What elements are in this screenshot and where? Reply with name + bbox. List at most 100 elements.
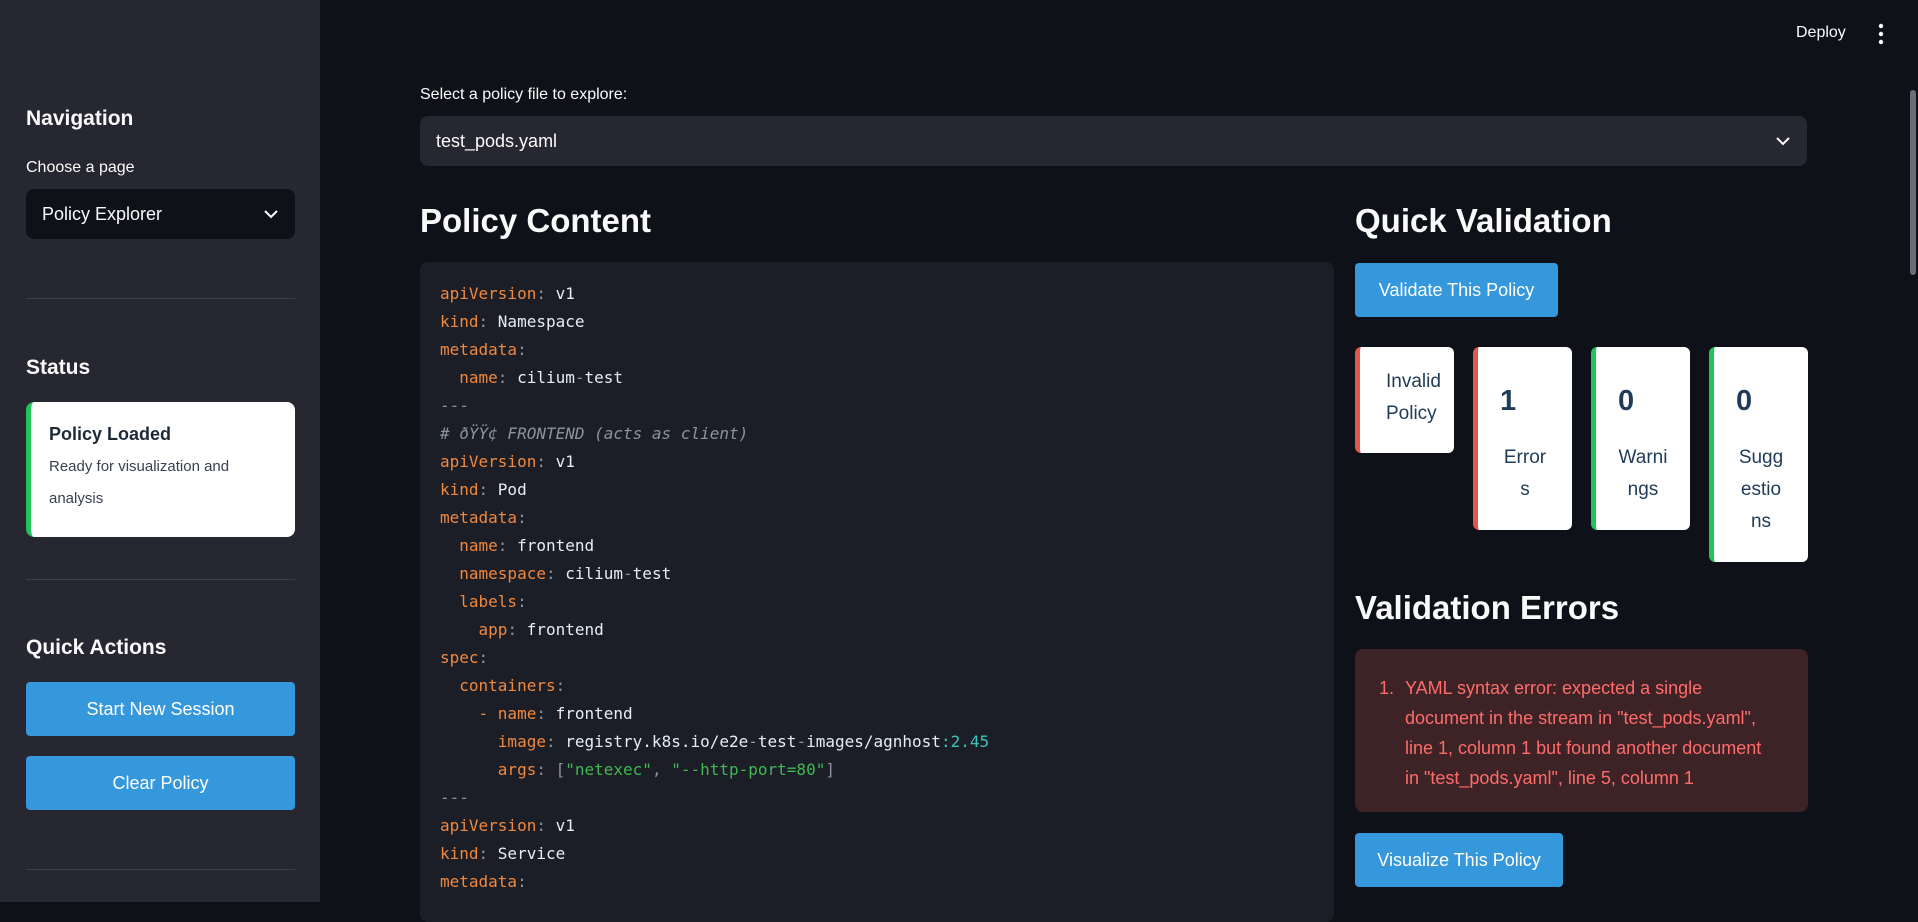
code-line: image: registry.k8s.io/e2e-test-images/a… xyxy=(440,728,989,756)
navigation-heading: Navigation xyxy=(26,107,134,130)
code-line: kind: Namespace xyxy=(440,308,989,336)
sidebar: Navigation Choose a page Policy Explorer… xyxy=(0,0,320,902)
code-line: --- xyxy=(440,784,989,812)
code-token: - xyxy=(748,732,758,751)
status-heading: Status xyxy=(26,356,91,379)
status-subtitle: Ready for visualization and analysis xyxy=(49,458,230,507)
suggestions-label-2: estio xyxy=(1740,479,1782,500)
status-card: Policy Loaded Ready for visualization an… xyxy=(26,402,295,537)
scrollbar-thumb[interactable] xyxy=(1910,90,1916,275)
code-token: : xyxy=(517,592,527,611)
invalid-policy-card: Invalid Policy xyxy=(1355,347,1454,453)
code-token: : xyxy=(478,312,498,331)
validate-policy-button[interactable]: Validate This Policy xyxy=(1355,263,1558,317)
code-token: kind xyxy=(440,312,479,331)
warnings-label-2: ngs xyxy=(1627,479,1659,500)
deploy-button[interactable]: Deploy xyxy=(1796,24,1846,42)
code-line: metadata: xyxy=(440,336,989,364)
code-token: frontend xyxy=(517,536,595,555)
code-line: args: ["netexec", "--http-port=80"] xyxy=(440,756,989,784)
code-token: args xyxy=(497,760,537,779)
code-token: name xyxy=(459,536,498,555)
code-token: frontend xyxy=(555,704,633,723)
code-token: "netexec" xyxy=(565,760,652,779)
code-token: : xyxy=(536,816,556,835)
error-list-number: 1. xyxy=(1379,678,1395,698)
code-token: : xyxy=(517,508,527,527)
code-token: v1 xyxy=(555,816,575,835)
code-token: v1 xyxy=(555,284,575,303)
choose-page-label: Choose a page xyxy=(26,159,135,176)
start-new-session-button[interactable]: Start New Session xyxy=(26,682,295,736)
code-line: apiVersion: v1 xyxy=(440,448,989,476)
policy-content-heading: Policy Content xyxy=(420,202,652,239)
clear-policy-button[interactable]: Clear Policy xyxy=(26,756,295,810)
quick-validation-heading: Quick Validation xyxy=(1355,202,1612,239)
policy-code-block: apiVersion: v1 kind: Namespace metadata: n… xyxy=(420,262,1334,922)
code-token: metadata xyxy=(440,508,518,527)
code-token: images/agnhost xyxy=(806,732,941,751)
code-token: frontend xyxy=(526,620,604,639)
code-token: : xyxy=(536,284,556,303)
code-token: v1 xyxy=(555,452,575,471)
code-token: : xyxy=(536,704,556,723)
code-token: : xyxy=(517,872,527,891)
policy-file-select[interactable]: test_pods.yaml xyxy=(420,116,1807,166)
code-line: kind: Pod xyxy=(440,476,989,504)
visualize-policy-button[interactable]: Visualize This Policy xyxy=(1355,833,1563,887)
page-select-value: Policy Explorer xyxy=(42,203,163,224)
quick-actions-heading: Quick Actions xyxy=(26,636,167,659)
code-line: spec: xyxy=(440,644,989,672)
suggestions-label-1: Sugg xyxy=(1738,447,1784,468)
vertical-ellipsis-icon[interactable] xyxy=(1874,22,1888,46)
code-token: name xyxy=(459,368,498,387)
code-token: apiVersion xyxy=(440,452,537,471)
page-select[interactable]: Policy Explorer xyxy=(26,189,295,239)
invalid-label-1: Invalid xyxy=(1386,371,1441,392)
warnings-metric-card: 0 Warni ngs xyxy=(1591,347,1690,530)
code-line: --- xyxy=(440,392,989,420)
code-token: app xyxy=(478,620,508,639)
code-token: # ðŸŸ¢ FRONTEND (acts as client) xyxy=(440,424,749,443)
code-token: Service xyxy=(497,844,566,863)
code-token: cilium xyxy=(565,564,624,583)
code-token: containers xyxy=(459,676,556,695)
code-token: - xyxy=(623,564,633,583)
suggestions-metric-card: 0 Sugg estio ns xyxy=(1709,347,1808,562)
code-token: - xyxy=(478,704,498,723)
code-token: , xyxy=(651,760,672,779)
code-token: - xyxy=(796,732,807,751)
policy-file-select-value: test_pods.yaml xyxy=(436,130,558,151)
code-token: : xyxy=(497,536,518,555)
code-token: --- xyxy=(440,788,469,807)
code-token: Pod xyxy=(497,480,527,499)
code-line: name: cilium-test xyxy=(440,364,989,392)
error-line: line 1, column 1 but found another docum… xyxy=(1405,738,1762,758)
code-token: : xyxy=(545,732,566,751)
code-token: : xyxy=(507,620,527,639)
validation-error-box: 1. YAML syntax error: expected a single … xyxy=(1355,649,1808,812)
code-token: : xyxy=(478,844,498,863)
code-token: ] xyxy=(825,760,835,779)
suggestions-label-3: ns xyxy=(1750,511,1772,532)
code-line: labels: xyxy=(440,588,989,616)
code-line: containers: xyxy=(440,672,989,700)
code-line: kind: Service xyxy=(440,840,989,868)
code-token: labels xyxy=(459,592,518,611)
code-token: "--http-port=80" xyxy=(671,760,826,779)
error-line: YAML syntax error: expected a single xyxy=(1405,678,1703,698)
code-token: : xyxy=(497,368,518,387)
chevron-down-icon xyxy=(263,206,279,222)
errors-metric-card: 1 Error s xyxy=(1473,347,1572,530)
errors-label-2: s xyxy=(1520,479,1530,500)
file-select-label: Select a policy file to explore: xyxy=(420,86,628,103)
sidebar-divider xyxy=(26,579,295,580)
code-line: app: frontend xyxy=(440,616,989,644)
